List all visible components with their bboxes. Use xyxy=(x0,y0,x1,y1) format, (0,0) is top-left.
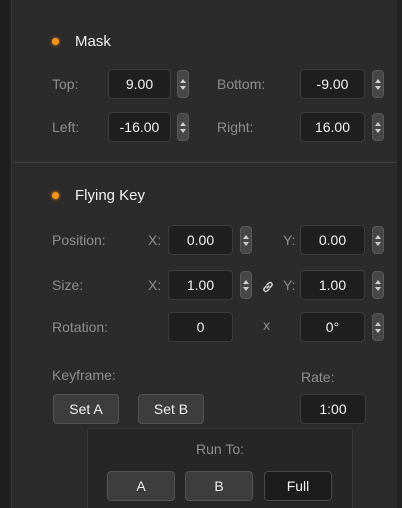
run-to-b-button[interactable]: B xyxy=(185,471,253,501)
mask-section-header[interactable]: Mask xyxy=(52,33,111,50)
stepper-down-icon[interactable] xyxy=(375,328,381,333)
size-label: Size: xyxy=(52,277,84,293)
size-x-field[interactable]: 1.00 xyxy=(168,270,233,300)
stepper-down-icon[interactable] xyxy=(375,286,381,291)
size-y-stepper[interactable] xyxy=(372,271,384,299)
position-label: Position: xyxy=(52,232,106,248)
panel-right-edge xyxy=(397,0,402,508)
size-x-stepper[interactable] xyxy=(240,271,252,299)
rotation-multiplier-label: x xyxy=(263,317,270,333)
mask-top-label: Top: xyxy=(52,76,79,92)
size-y-field[interactable]: 1.00 xyxy=(300,270,365,300)
rate-label: Rate: xyxy=(301,369,335,385)
panel-left-edge xyxy=(0,0,12,508)
rotation-degrees-field[interactable]: 0° xyxy=(300,312,365,342)
stepper-down-icon[interactable] xyxy=(375,128,381,133)
flying-key-title: Flying Key xyxy=(75,187,146,204)
position-y-field[interactable]: 0.00 xyxy=(300,225,365,255)
flying-key-section-header[interactable]: Flying Key xyxy=(52,187,145,204)
stepper-down-icon[interactable] xyxy=(180,128,186,133)
stepper-up-icon[interactable] xyxy=(375,279,381,284)
mask-bottom-field[interactable]: -9.00 xyxy=(300,69,365,99)
position-y-stepper[interactable] xyxy=(372,226,384,254)
stepper-up-icon[interactable] xyxy=(243,234,249,239)
mask-right-stepper[interactable] xyxy=(372,113,384,141)
position-x-label: X: xyxy=(148,232,162,248)
size-x-label: X: xyxy=(148,277,162,293)
position-y-label: Y: xyxy=(283,232,296,248)
rotation-degrees-stepper[interactable] xyxy=(372,313,384,341)
mask-right-field[interactable]: 16.00 xyxy=(300,112,365,142)
position-x-stepper[interactable] xyxy=(240,226,252,254)
mask-left-stepper[interactable] xyxy=(177,113,189,141)
mask-left-label: Left: xyxy=(52,119,80,135)
key-settings-panel: Mask Top: 9.00 Bottom: -9.00 Left: -16.0… xyxy=(0,0,402,508)
stepper-up-icon[interactable] xyxy=(375,321,381,326)
mask-bottom-label: Bottom: xyxy=(217,76,266,92)
link-aspect-icon[interactable] xyxy=(261,280,275,294)
mask-left-field[interactable]: -16.00 xyxy=(108,112,171,142)
set-b-button[interactable]: Set B xyxy=(138,394,204,424)
stepper-up-icon[interactable] xyxy=(180,78,186,83)
stepper-down-icon[interactable] xyxy=(243,241,249,246)
mask-top-field[interactable]: 9.00 xyxy=(108,69,171,99)
stepper-up-icon[interactable] xyxy=(243,279,249,284)
mask-bottom-stepper[interactable] xyxy=(372,70,384,98)
stepper-down-icon[interactable] xyxy=(375,85,381,90)
mask-right-label: Right: xyxy=(217,119,254,135)
rate-field[interactable]: 1:00 xyxy=(300,394,366,424)
keyframe-label: Keyframe: xyxy=(52,367,116,383)
section-divider xyxy=(13,162,397,163)
size-y-label: Y: xyxy=(283,277,296,293)
mask-title: Mask xyxy=(75,33,111,50)
mask-enabled-indicator-icon[interactable] xyxy=(52,38,59,45)
run-to-full-button[interactable]: Full xyxy=(264,471,332,501)
rotation-label: Rotation: xyxy=(52,319,109,335)
flying-key-enabled-indicator-icon[interactable] xyxy=(52,192,59,199)
stepper-up-icon[interactable] xyxy=(375,234,381,239)
position-x-field[interactable]: 0.00 xyxy=(168,225,233,255)
run-to-label: Run To: xyxy=(196,441,244,457)
mask-top-stepper[interactable] xyxy=(177,70,189,98)
stepper-up-icon[interactable] xyxy=(375,78,381,83)
set-a-button[interactable]: Set A xyxy=(53,394,119,424)
stepper-down-icon[interactable] xyxy=(375,241,381,246)
run-to-a-button[interactable]: A xyxy=(107,471,175,501)
stepper-down-icon[interactable] xyxy=(243,286,249,291)
stepper-down-icon[interactable] xyxy=(180,85,186,90)
stepper-up-icon[interactable] xyxy=(375,121,381,126)
stepper-up-icon[interactable] xyxy=(180,121,186,126)
rotation-turns-field[interactable]: 0 xyxy=(168,312,233,342)
